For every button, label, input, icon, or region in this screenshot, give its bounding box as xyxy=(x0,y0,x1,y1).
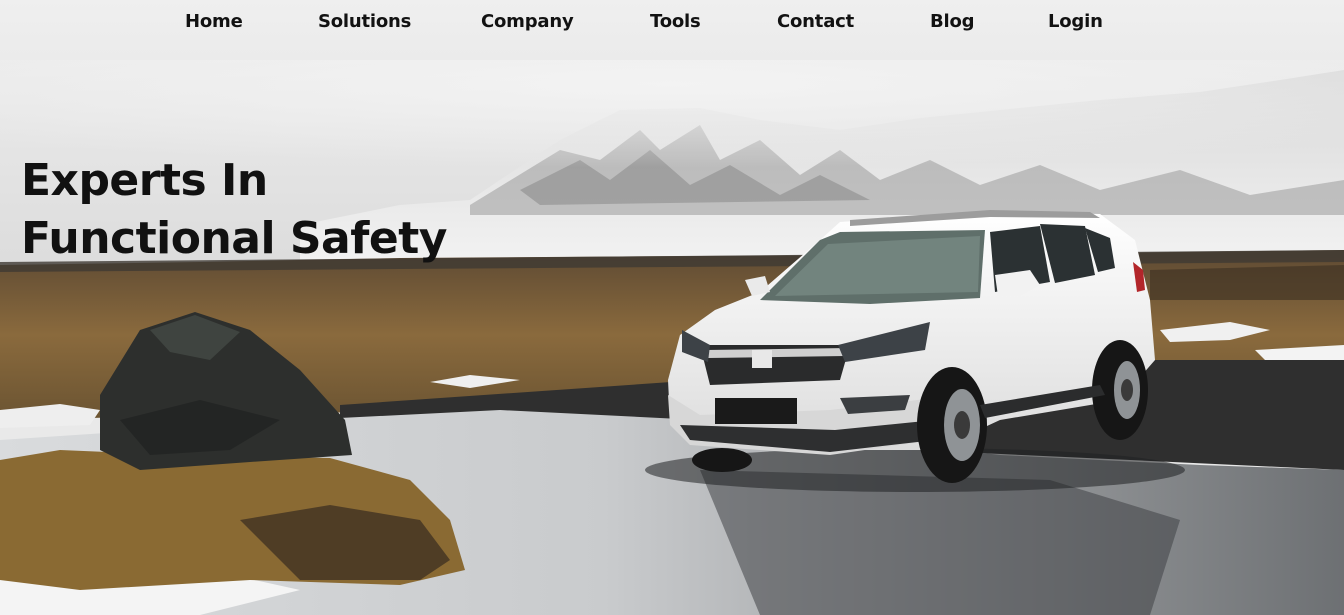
top-navigation: Home Solutions Company Tools Contact Blo… xyxy=(0,0,1344,46)
nav-link-home[interactable]: Home xyxy=(185,11,243,32)
hero-headline-line-1: Experts In xyxy=(21,155,268,206)
nav-link-solutions[interactable]: Solutions xyxy=(318,11,411,32)
nav-link-login[interactable]: Login xyxy=(1048,11,1103,32)
nav-link-company[interactable]: Company xyxy=(481,11,574,32)
hero-headline: Experts In Functional Safety xyxy=(21,152,447,268)
nav-link-tools[interactable]: Tools xyxy=(650,11,701,32)
hero-headline-line-2: Functional Safety xyxy=(21,213,447,264)
hero-background-image xyxy=(0,0,1344,615)
nav-link-blog[interactable]: Blog xyxy=(930,11,975,32)
nav-link-contact[interactable]: Contact xyxy=(777,11,854,32)
